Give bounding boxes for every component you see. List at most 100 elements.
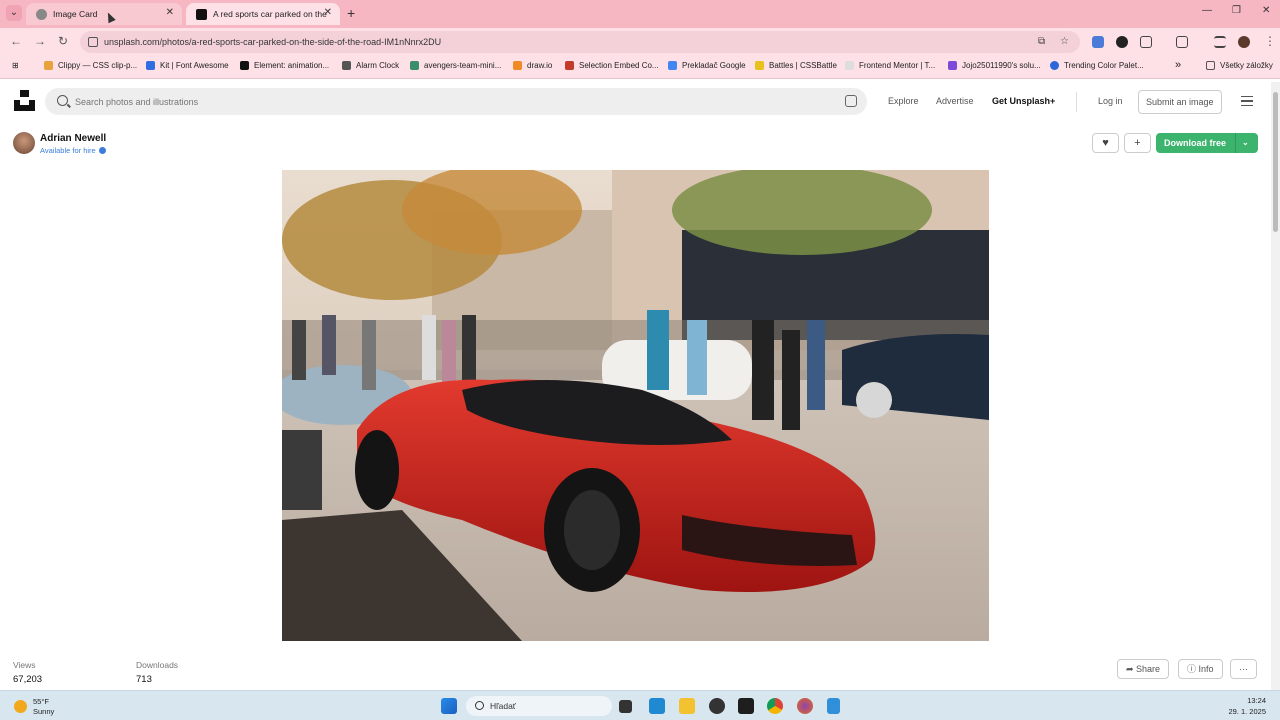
- unsplash-logo-icon[interactable]: [14, 90, 35, 111]
- downloads-stat: Downloads 713: [136, 660, 178, 685]
- restore-icon[interactable]: ❐: [1232, 5, 1241, 16]
- close-tab-icon[interactable]: ✕: [166, 7, 174, 18]
- downloads-value: 713: [136, 674, 152, 685]
- window-close-icon[interactable]: ✕: [1262, 5, 1270, 16]
- windows-start-icon[interactable]: [441, 698, 457, 714]
- vscode-icon[interactable]: [649, 698, 665, 714]
- info-icon: ⓘ: [1187, 664, 1199, 674]
- download-free-button[interactable]: Download free ⌄: [1156, 133, 1258, 153]
- system-clock[interactable]: 13:24 29. 1. 2025: [1228, 695, 1266, 717]
- verified-check-icon: [98, 147, 106, 154]
- app-icon[interactable]: [709, 698, 725, 714]
- login-link[interactable]: Log in: [1098, 96, 1123, 106]
- forward-icon[interactable]: →: [34, 34, 46, 48]
- main-photo[interactable]: [282, 170, 989, 641]
- chrome-icon[interactable]: [767, 698, 783, 714]
- info-button[interactable]: ⓘ Info: [1178, 659, 1223, 679]
- bookmark-favicon-icon: [44, 61, 53, 70]
- chevron-down-icon[interactable]: ⌄: [1242, 133, 1249, 153]
- more-bookmarks-icon[interactable]: »: [1175, 59, 1181, 71]
- figma-icon[interactable]: [738, 698, 754, 714]
- author-name[interactable]: Adrian Newell: [40, 133, 106, 144]
- file-explorer-icon[interactable]: [679, 698, 695, 714]
- taskbar-search[interactable]: Hľadať: [466, 696, 612, 716]
- bookmark-item[interactable]: Frontend Mentor | T...: [845, 61, 935, 70]
- red-sports-car-photo: [282, 170, 989, 641]
- bookmark-item[interactable]: Battles | CSSBattle: [755, 61, 837, 70]
- tab-title: A red sports car parked on the: [213, 9, 327, 19]
- translate-icon[interactable]: ⧉: [1038, 31, 1045, 53]
- address-bar[interactable]: unsplash.com/photos/a-red-sports-car-par…: [80, 31, 1080, 53]
- add-to-collection-button[interactable]: +: [1124, 133, 1151, 153]
- firefox-icon[interactable]: [797, 698, 813, 714]
- bookmark-favicon-icon: [240, 61, 249, 70]
- nav-explore[interactable]: Explore: [888, 96, 919, 106]
- profile-avatar[interactable]: [1238, 36, 1250, 48]
- url-text: unsplash.com/photos/a-red-sports-car-par…: [104, 37, 442, 47]
- globe-icon: [36, 8, 47, 20]
- bookmark-item[interactable]: Selection Embed Co...: [565, 61, 659, 70]
- nav-advertise[interactable]: Advertise: [936, 96, 974, 106]
- hamburger-menu-icon[interactable]: [1241, 96, 1253, 106]
- minimize-icon[interactable]: —: [1202, 5, 1212, 16]
- extensions-puzzle-icon[interactable]: [1140, 36, 1152, 48]
- nav-get-unsplash-plus[interactable]: Get Unsplash+: [992, 96, 1055, 106]
- bookmark-item[interactable]: Element: animation...: [240, 61, 329, 70]
- weather-condition: Sunny: [33, 707, 55, 716]
- browser-toolbar: ← → ↻ unsplash.com/photos/a-red-sports-c…: [0, 28, 1280, 56]
- back-icon[interactable]: ←: [10, 34, 22, 48]
- avatar[interactable]: [13, 132, 35, 154]
- bookmark-favicon-icon: [565, 61, 574, 70]
- bookmark-star-icon[interactable]: ☆: [1060, 31, 1069, 53]
- share-icon: ➦: [1126, 664, 1137, 674]
- bookmark-item[interactable]: Kit | Font Awesome: [146, 61, 229, 70]
- close-tab-icon[interactable]: ✕: [324, 7, 332, 18]
- views-value: 67,203: [13, 674, 43, 685]
- available-for-hire[interactable]: Available for hire: [40, 146, 106, 155]
- page-scrollbar[interactable]: [1271, 82, 1280, 690]
- bookmark-item[interactable]: Clippy — CSS clip-p...: [44, 61, 137, 70]
- bookmark-item[interactable]: Trending Color Palet...: [1050, 61, 1144, 70]
- bookmark-item[interactable]: draw.io: [513, 61, 552, 70]
- tab-unsplash-photo[interactable]: A red sports car parked on the ✕: [186, 3, 340, 25]
- extension-icon[interactable]: [1092, 36, 1104, 48]
- site-header: Explore Advertise Get Unsplash+ Log in S…: [0, 80, 1280, 124]
- download-divider: [1235, 133, 1236, 153]
- bookmark-item[interactable]: Alarm Clock: [342, 61, 399, 70]
- search-icon[interactable]: [57, 95, 68, 106]
- views-label: Views: [13, 660, 36, 670]
- reload-icon[interactable]: ↻: [58, 34, 68, 48]
- bookmark-favicon-icon: [1050, 61, 1059, 70]
- bookmark-favicon-icon: [668, 61, 677, 70]
- notepad-icon[interactable]: [827, 698, 840, 714]
- new-tab-button[interactable]: +: [347, 5, 355, 21]
- all-bookmarks-folder[interactable]: Všetky záložky: [1206, 61, 1273, 70]
- extension-icon[interactable]: [1116, 36, 1128, 48]
- bookmark-item[interactable]: avengers-team-mini...: [410, 61, 501, 70]
- bookmark-favicon-icon: [146, 61, 155, 70]
- header-divider: [1076, 92, 1077, 112]
- bookmark-item[interactable]: Prekladač Google: [668, 61, 746, 70]
- side-panel-icon[interactable]: [1176, 36, 1188, 48]
- visual-search-icon[interactable]: [845, 95, 857, 107]
- bookmark-favicon-icon: [948, 61, 957, 70]
- tab-search-button[interactable]: ⌄: [6, 5, 22, 21]
- more-options-button[interactable]: ···: [1230, 659, 1257, 679]
- share-button[interactable]: ➦ Share: [1117, 659, 1170, 679]
- views-stat: Views 67,203: [13, 660, 42, 685]
- scrollbar-thumb[interactable]: [1273, 92, 1278, 232]
- like-button[interactable]: ♥: [1092, 133, 1119, 153]
- tab-strip: ⌄ Image Card ✕ A red sports car parked o…: [0, 0, 1280, 28]
- browser-menu-icon[interactable]: ⋮: [1264, 34, 1276, 48]
- bookmark-item[interactable]: Jojo25011990's solu...: [948, 61, 1041, 70]
- bookmark-favicon-icon: [845, 61, 854, 70]
- media-icon[interactable]: [1214, 36, 1226, 48]
- search-input[interactable]: [75, 92, 815, 111]
- task-view-icon[interactable]: [619, 700, 632, 713]
- submit-image-button[interactable]: Submit an image: [1138, 90, 1222, 114]
- site-info-icon[interactable]: [88, 37, 98, 47]
- apps-grid-icon[interactable]: ⊞: [12, 61, 19, 70]
- unsplash-favicon-icon: [196, 8, 207, 20]
- clock-time: 13:24: [1247, 696, 1266, 705]
- bookmark-favicon-icon: [410, 61, 419, 70]
